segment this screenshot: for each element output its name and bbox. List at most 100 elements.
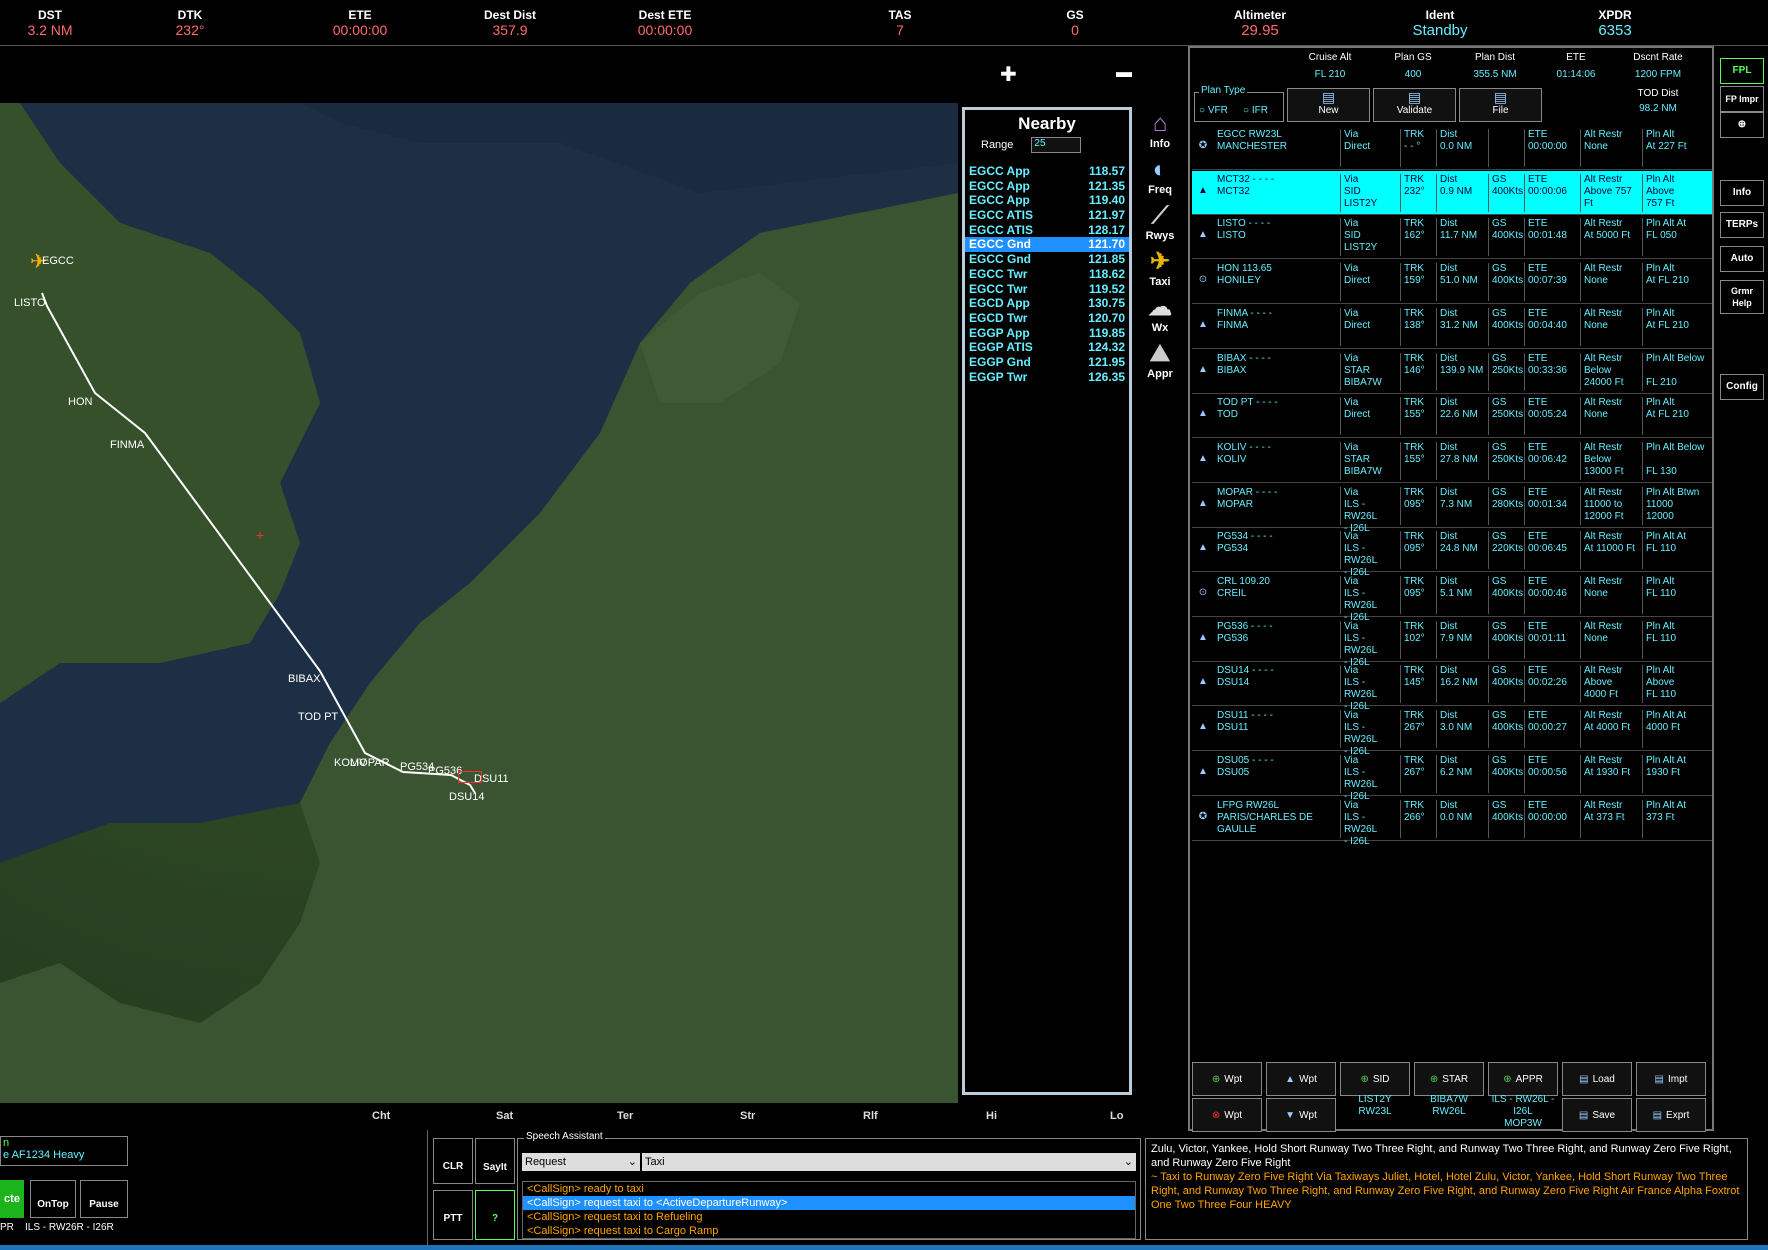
- config-tab[interactable]: Config: [1720, 374, 1764, 400]
- freq-button[interactable]: ◐ Freq: [1140, 156, 1180, 196]
- approach-label: Appr: [1147, 368, 1173, 380]
- flight-plan-row[interactable]: ▲ FINMA - - - - FINMA Via Direct TRK 138° Dis…: [1192, 305, 1712, 349]
- frequency-row[interactable]: EGGP App 119.85: [965, 326, 1129, 341]
- map-tab-relief[interactable]: Rlf: [863, 1110, 878, 1122]
- appr-label: APPR: [1515, 1073, 1543, 1085]
- phrase-item[interactable]: <CallSign> ready to taxi: [523, 1182, 1135, 1196]
- import-label: Impt: [1668, 1073, 1688, 1085]
- fp-import-tab[interactable]: FP Impr: [1720, 86, 1764, 112]
- import-button[interactable]: ▤ Impt: [1636, 1062, 1706, 1096]
- flight-plan-row[interactable]: ▲ PG534 - - - - PG534 Via ILS - RW26L - I26…: [1192, 528, 1712, 578]
- add-star-button[interactable]: ⊕ STAR: [1414, 1062, 1484, 1096]
- runways-label: Rwys: [1145, 230, 1175, 242]
- sayit-button[interactable]: SayIt: [475, 1138, 515, 1184]
- export-button[interactable]: ▤ Exprt: [1636, 1098, 1706, 1132]
- ptt-button[interactable]: PTT: [433, 1190, 473, 1240]
- frequency-row[interactable]: EGCC App 118.57: [965, 164, 1129, 179]
- frequency-row[interactable]: EGCC ATIS 128.17: [965, 223, 1129, 238]
- flight-plan-row[interactable]: ✪ EGCC RW23L MANCHESTER Via Direct TRK - - °…: [1192, 126, 1712, 170]
- info-tab[interactable]: Info: [1720, 180, 1764, 206]
- taxi-button[interactable]: ✈ Taxi: [1140, 248, 1180, 288]
- clear-button[interactable]: CLR: [433, 1138, 473, 1184]
- flight-plan-row[interactable]: ▲ KOLIV - - - - KOLIV Via STAR BIBA7W TRK 15…: [1192, 439, 1712, 483]
- add-sid-button[interactable]: ⊕ SID: [1340, 1062, 1410, 1096]
- delete-waypoint-button[interactable]: ⊗ Wpt: [1192, 1098, 1262, 1132]
- move-down-waypoint-button[interactable]: ▼ Wpt: [1266, 1098, 1336, 1132]
- ontop-button[interactable]: OnTop: [30, 1180, 76, 1218]
- satellite-map[interactable]: ✈ EGCC LISTO HON FINMA BIBAX TOD PT KOLI…: [0, 103, 958, 1103]
- flight-plan-row[interactable]: ▲ DSU11 - - - - DSU11 Via ILS - RW26L - I26…: [1192, 707, 1712, 757]
- zoom-in-button[interactable]: ✚: [1000, 62, 1017, 87]
- map-tab-chart[interactable]: Cht: [372, 1110, 390, 1122]
- flight-plan-row[interactable]: ▲ BIBAX - - - - BIBAX Via STAR BIBA7W TRK 14…: [1192, 350, 1712, 394]
- grammar-help-tab[interactable]: Grmr Help: [1720, 280, 1764, 314]
- flight-plan-row[interactable]: ✪ LFPG RW26L PARIS/CHARLES DE GAULLE Via IL…: [1192, 797, 1712, 847]
- tod-dist: TOD Dist 98.2 NM: [1618, 88, 1698, 114]
- frequency-row[interactable]: EGCC App 119.40: [965, 193, 1129, 208]
- new-plan-button[interactable]: ▤ New: [1287, 88, 1370, 122]
- frequency-row-selected[interactable]: EGCC Gnd 121.70: [965, 237, 1129, 253]
- connect-button[interactable]: cte: [0, 1180, 24, 1218]
- frequency-row[interactable]: EGCC App 121.35: [965, 179, 1129, 194]
- flight-plan-row[interactable]: ▲ PG536 - - - - PG536 Via ILS - RW26L - I26…: [1192, 618, 1712, 668]
- help-button[interactable]: ?: [475, 1190, 515, 1240]
- frequency-row[interactable]: EGCD Twr 120.70: [965, 311, 1129, 326]
- map-tab-terrain[interactable]: Ter: [617, 1110, 633, 1122]
- header-label: XPDR: [1598, 8, 1632, 22]
- aircraft-icon-button[interactable]: ⊕: [1720, 112, 1764, 138]
- header-label: DST: [38, 8, 62, 22]
- file-button[interactable]: ▤ File: [1459, 88, 1542, 122]
- fp-cell-trk: TRK 155°: [1400, 397, 1438, 436]
- flight-plan-row[interactable]: ▲ DSU05 - - - - DSU05 Via ILS - RW26L - I26…: [1192, 752, 1712, 802]
- add-approach-button[interactable]: ⊕ APPR: [1488, 1062, 1558, 1096]
- request-dropdown[interactable]: Request ⌄: [522, 1153, 640, 1171]
- frequency-row[interactable]: EGCC ATIS 121.97: [965, 208, 1129, 223]
- flight-plan-row[interactable]: ▲ LISTO - - - - LISTO Via SID LIST2Y TRK 162…: [1192, 215, 1712, 260]
- flight-plan-row[interactable]: ▲ DSU14 - - - - DSU14 Via ILS - RW26L - I26…: [1192, 662, 1712, 712]
- map-tab-high[interactable]: Hi: [986, 1110, 997, 1122]
- fp-cell-trk: TRK 145°: [1400, 665, 1438, 704]
- fp-cell-trk: TRK 095°: [1400, 576, 1438, 614]
- fp-cell-via: Via SID LIST2Y: [1340, 173, 1400, 212]
- runways-button[interactable]: ⟋ Rwys: [1140, 202, 1180, 242]
- phrase-item[interactable]: <CallSign> request taxi to Cargo Ramp: [523, 1224, 1135, 1238]
- frequency-row[interactable]: EGCC Twr 118.62: [965, 267, 1129, 282]
- save-button[interactable]: ▤ Save: [1562, 1098, 1632, 1132]
- range-stepper[interactable]: 25: [1031, 137, 1082, 153]
- info-button[interactable]: ⌂ Info: [1140, 110, 1180, 150]
- approach-button[interactable]: ⛰ Appr: [1140, 340, 1180, 380]
- flight-plan-row[interactable]: ⊙ CRL 109.20 CREIL Via ILS - RW26L - I26L TR…: [1192, 573, 1712, 623]
- frequency-row[interactable]: EGCC Gnd 121.85: [965, 252, 1129, 267]
- map-tab-low[interactable]: Lo: [1110, 1110, 1123, 1122]
- move-up-waypoint-button[interactable]: ▲ Wpt: [1266, 1062, 1336, 1096]
- taxi-dropdown[interactable]: Taxi ⌄: [642, 1153, 1136, 1171]
- flight-plan-row[interactable]: ▲ TOD PT - - - - TOD Via Direct TRK 155° Dist…: [1192, 394, 1712, 439]
- validate-button[interactable]: ▤ Validate: [1373, 88, 1456, 122]
- frequency-row[interactable]: EGGP Gnd 121.95: [965, 355, 1129, 370]
- weather-button[interactable]: ☁ Wx: [1140, 294, 1180, 334]
- frequency-row[interactable]: EGGP ATIS 124.32: [965, 340, 1129, 355]
- phrase-item-selected[interactable]: <CallSign> request taxi to <ActiveDepart…: [523, 1196, 1135, 1210]
- phrase-item[interactable]: <CallSign> request taxi to Refueling: [523, 1210, 1135, 1224]
- ifr-radio[interactable]: ○ IFR: [1243, 105, 1268, 116]
- fp-cell-dist: Dist 0.0 NM: [1436, 799, 1488, 838]
- flight-plan-row-selected[interactable]: ▲ MCT32 - - - - MCT32 Via SID LIST2Y TRK 232…: [1192, 170, 1712, 215]
- flight-plan-row[interactable]: ▲ MOPAR - - - - MOPAR Via ILS - RW26L - I26…: [1192, 484, 1712, 534]
- header-dtk: DTK 232°: [120, 8, 260, 38]
- map-tab-street[interactable]: Str: [740, 1110, 755, 1122]
- header-value: 232°: [175, 22, 205, 38]
- frequency-row[interactable]: EGCC Twr 119.52: [965, 282, 1129, 297]
- map-tab-satellite[interactable]: Sat: [496, 1110, 513, 1122]
- pause-button[interactable]: Pause: [80, 1180, 128, 1218]
- zoom-out-button[interactable]: ▬: [1116, 64, 1132, 82]
- frequency-row[interactable]: EGCD App 130.75: [965, 296, 1129, 311]
- auto-tab[interactable]: Auto: [1720, 246, 1764, 272]
- add-waypoint-button[interactable]: ⊕ Wpt: [1192, 1062, 1262, 1096]
- triangle-icon: ▲: [1198, 452, 1208, 464]
- vfr-radio[interactable]: ○ VFR: [1199, 105, 1228, 116]
- frequency-row[interactable]: EGGP Twr 126.35: [965, 370, 1129, 385]
- terps-tab[interactable]: TERPs: [1720, 212, 1764, 238]
- flight-plan-row[interactable]: ⊙ HON 113.65 HONILEY Via Direct TRK 159° Dist…: [1192, 260, 1712, 305]
- fpl-tab[interactable]: FPL: [1720, 58, 1764, 84]
- load-button[interactable]: ▤ Load: [1562, 1062, 1632, 1096]
